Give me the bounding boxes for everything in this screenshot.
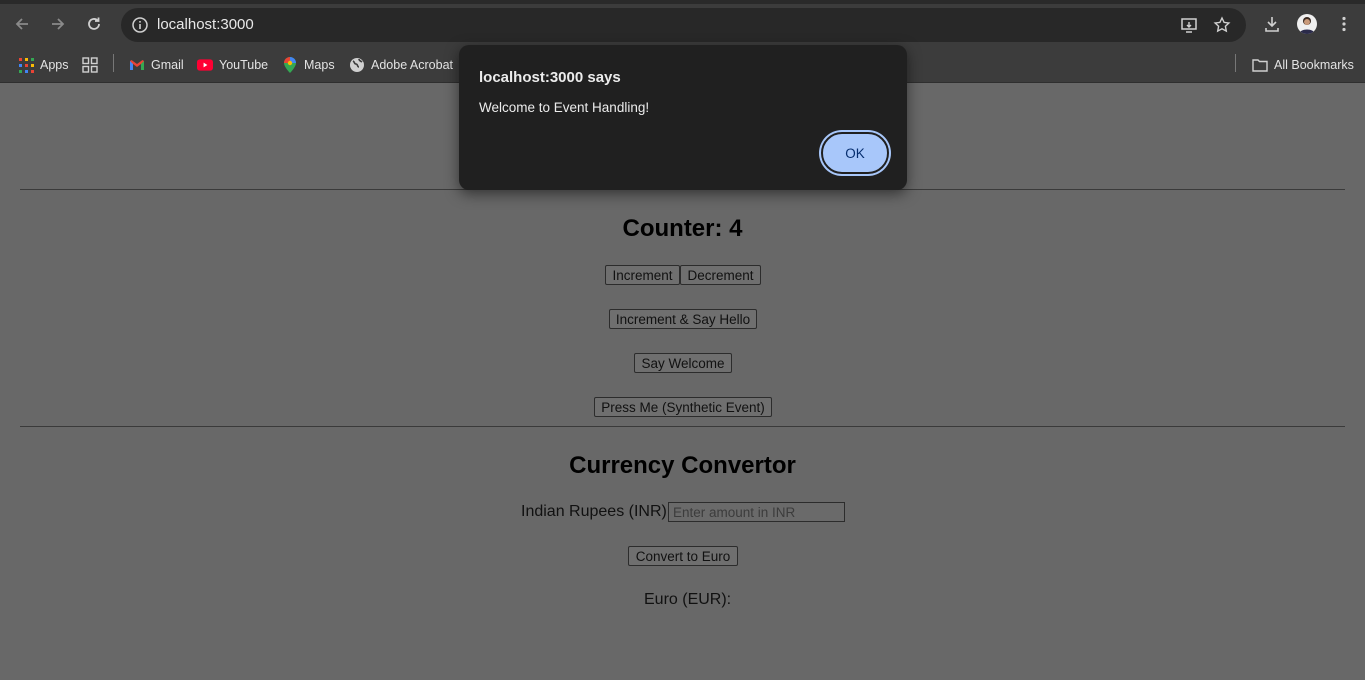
convert-to-euro-button[interactable]: Convert to Euro xyxy=(628,546,738,566)
bookmark-label: YouTube xyxy=(219,58,269,72)
alert-message: Welcome to Event Handling! xyxy=(479,100,650,115)
maps-icon xyxy=(282,57,298,73)
bookmark-divider xyxy=(1235,54,1236,72)
alert-title: localhost:3000 says xyxy=(479,69,621,86)
profile-avatar[interactable] xyxy=(1297,14,1317,34)
synthetic-event-button[interactable]: Press Me (Synthetic Event) xyxy=(594,397,772,417)
forward-arrow-icon xyxy=(52,18,65,30)
tab-strip xyxy=(0,0,1365,4)
bookmark-label: Apps xyxy=(40,58,69,72)
back-arrow-icon xyxy=(15,18,28,30)
divider xyxy=(20,426,1345,427)
tab-groups-icon xyxy=(82,57,98,73)
bookmark-apps[interactable]: Apps xyxy=(18,54,69,76)
forward-button[interactable] xyxy=(46,12,70,36)
gmail-icon xyxy=(129,57,145,73)
globe-icon xyxy=(349,57,365,73)
bookmark-label: Adobe Acrobat xyxy=(371,58,454,72)
eur-label: Euro (EUR): xyxy=(644,591,732,608)
inr-amount-input[interactable] xyxy=(668,502,845,522)
bookmark-adobe-acrobat[interactable]: Adobe Acrobat xyxy=(349,54,453,76)
say-welcome-button[interactable]: Say Welcome xyxy=(634,353,732,373)
counter-heading: Counter: 4 xyxy=(622,215,743,242)
downloads-icon[interactable] xyxy=(1260,12,1284,36)
increment-button[interactable]: Increment xyxy=(605,265,680,285)
youtube-icon xyxy=(197,57,213,73)
bookmark-gmail[interactable]: Gmail xyxy=(129,54,184,76)
bookmark-divider xyxy=(113,54,114,72)
url-text[interactable]: localhost:3000 xyxy=(157,16,254,33)
site-info-icon[interactable] xyxy=(128,13,152,37)
bookmark-label: Maps xyxy=(304,58,335,72)
currency-heading: Currency Convertor xyxy=(569,452,796,479)
bookmark-youtube[interactable]: YouTube xyxy=(197,54,268,76)
ok-button[interactable]: OK xyxy=(821,132,889,174)
address-bar[interactable]: localhost:3000 xyxy=(121,8,1246,42)
install-app-icon[interactable] xyxy=(1178,14,1200,36)
inr-label: Indian Rupees (INR): xyxy=(521,503,672,520)
decrement-button[interactable]: Decrement xyxy=(680,265,761,285)
reload-button[interactable] xyxy=(82,12,106,36)
bookmark-maps[interactable]: Maps xyxy=(282,54,335,76)
folder-icon xyxy=(1252,57,1268,73)
reload-icon xyxy=(88,17,100,30)
alert-dialog: localhost:3000 says Welcome to Event Han… xyxy=(459,45,907,190)
back-button[interactable] xyxy=(10,12,34,36)
bookmark-label: Gmail xyxy=(151,58,184,72)
bookmark-tab-groups[interactable] xyxy=(82,54,104,76)
apps-grid-icon xyxy=(18,57,34,73)
all-bookmarks-label: All Bookmarks xyxy=(1274,58,1354,72)
more-menu-icon[interactable] xyxy=(1332,12,1356,36)
browser-toolbar: localhost:3000 xyxy=(0,0,1365,48)
all-bookmarks-button[interactable]: All Bookmarks xyxy=(1252,54,1354,76)
increment-say-hello-button[interactable]: Increment & Say Hello xyxy=(609,309,757,329)
bookmark-star-icon[interactable] xyxy=(1211,14,1233,36)
